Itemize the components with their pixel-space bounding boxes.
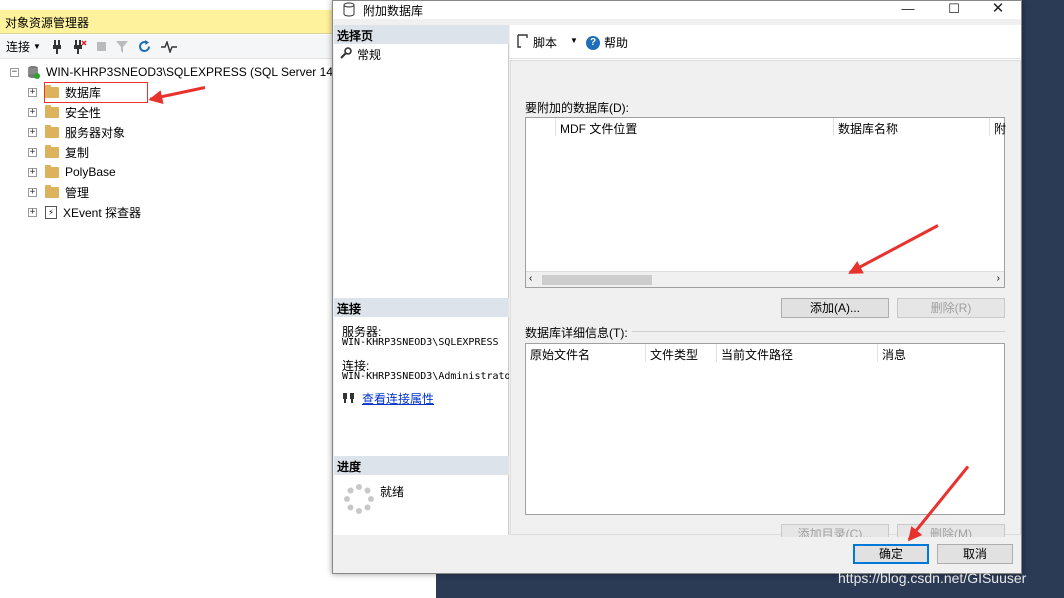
database-details-label: 数据库详细信息(T):	[525, 324, 632, 341]
progress-status: 就绪	[380, 485, 405, 499]
view-connection-properties-link[interactable]: 查看连接属性	[342, 390, 434, 407]
horizontal-scrollbar[interactable]: ‹ ›	[526, 271, 1004, 287]
maximize-button[interactable]: ☐	[931, 1, 977, 19]
view-connection-properties-text: 查看连接属性	[362, 392, 435, 406]
column-file-type[interactable]: 文件类型	[646, 344, 717, 362]
dialog-footer: 确定 取消	[333, 537, 1021, 573]
expand-icon[interactable]: +	[28, 187, 37, 197]
annotation-highlight-box	[44, 82, 148, 103]
script-icon	[516, 34, 529, 51]
connect-plug-icon[interactable]	[51, 39, 63, 54]
page-item-label: 常规	[357, 48, 382, 62]
dialog-titlebar: 附加数据库 — ☐ ✕	[333, 1, 1021, 19]
folder-icon	[45, 184, 59, 198]
column-mdf-location[interactable]: MDF 文件位置	[556, 118, 834, 136]
connection-header: 连接	[334, 298, 509, 317]
collapse-icon[interactable]: −	[10, 67, 19, 77]
tree-node-polybase[interactable]: + PolyBase	[28, 162, 116, 182]
expand-icon[interactable]: +	[28, 147, 37, 157]
connection-value: WIN-KHRP3SNEOD3\Administrato	[342, 371, 509, 382]
dialog-left-pane: 选择页 常规 连接 服务器: WIN-KHRP3SNEOD3\SQLEXPRES…	[334, 25, 509, 535]
progress-header: 进度	[334, 456, 509, 475]
database-server-icon	[27, 65, 40, 79]
server-value: WIN-KHRP3SNEOD3\SQLEXPRESS	[342, 337, 499, 348]
column-message[interactable]: 消息	[878, 344, 1006, 362]
tree-node-security[interactable]: + 安全性	[28, 102, 101, 122]
ok-button[interactable]: 确定	[853, 544, 929, 564]
disconnect-icon[interactable]	[73, 39, 87, 54]
tree-server-node[interactable]: − WIN-KHRP3SNEOD3\SQLEXPRESS (SQL Server…	[10, 62, 333, 82]
script-dropdown-icon[interactable]: ▼	[570, 36, 578, 45]
connect-label: 连接	[6, 40, 31, 54]
script-label: 脚本	[533, 36, 558, 50]
help-button[interactable]: ? 帮助	[586, 34, 628, 51]
attach-databases-grid[interactable]: MDF 文件位置 数据库名称 附 ‹ ›	[525, 117, 1006, 288]
select-page-header: 选择页	[334, 25, 509, 44]
column-attach-as[interactable]: 附	[990, 118, 1006, 136]
scroll-right-icon[interactable]: ›	[997, 273, 1000, 284]
dialog-title: 附加数据库	[363, 4, 424, 18]
attach-databases-label: 要附加的数据库(D):	[525, 101, 629, 115]
expand-icon[interactable]: +	[28, 87, 37, 97]
folder-icon	[45, 104, 59, 118]
attach-database-dialog: 附加数据库 — ☐ ✕ 选择页 常规 连接 服务器: WIN-KHRP3SNEO…	[332, 0, 1022, 574]
help-label: 帮助	[604, 36, 629, 50]
scroll-left-icon[interactable]: ‹	[529, 273, 532, 284]
chevron-down-icon: ▼	[33, 42, 41, 51]
expand-icon[interactable]: +	[28, 167, 37, 177]
script-button[interactable]: 脚本	[516, 34, 557, 51]
database-icon	[343, 2, 355, 20]
xevent-profiler-icon: ⚡	[45, 205, 57, 219]
wrench-icon	[340, 47, 352, 62]
node-label: 复制	[65, 145, 90, 160]
progress-spinner-icon	[344, 484, 374, 517]
activity-monitor-icon[interactable]	[160, 40, 177, 53]
dialog-right-pane: 脚本 ▼ ? 帮助 要附加的数据库(D): MDF 文件位置 数据库名称 附 ‹…	[510, 25, 1021, 544]
page-item-general[interactable]: 常规	[340, 46, 381, 63]
column-original-file-name[interactable]: 原始文件名	[526, 344, 646, 362]
node-label: 服务器对象	[65, 125, 126, 140]
folder-icon	[45, 124, 59, 138]
help-icon: ?	[586, 35, 600, 50]
remove-database-button[interactable]: 删除(R)	[897, 298, 1005, 318]
expand-icon[interactable]: +	[28, 107, 37, 117]
cancel-button[interactable]: 取消	[937, 544, 1013, 564]
dialog-toolbar: 脚本 ▼ ? 帮助	[510, 25, 1021, 59]
server-node-label: WIN-KHRP3SNEOD3\SQLEXPRESS (SQL Server 1…	[46, 65, 333, 79]
folder-icon	[45, 164, 59, 178]
tree-node-xevent-profiler[interactable]: + ⚡ XEvent 探查器	[28, 202, 141, 222]
minimize-button[interactable]: —	[885, 1, 931, 19]
watermark-text: https://blog.csdn.net/GISuuser	[838, 570, 1027, 586]
column-current-file-path[interactable]: 当前文件路径	[717, 344, 878, 362]
scrollbar-thumb[interactable]	[542, 275, 652, 285]
tree-node-server-objects[interactable]: + 服务器对象	[28, 122, 125, 142]
node-label: 管理	[65, 185, 90, 200]
expand-icon[interactable]: +	[28, 127, 37, 137]
node-label: XEvent 探查器	[63, 205, 142, 220]
tree-node-replication[interactable]: + 复制	[28, 142, 89, 162]
grid-row-header	[526, 118, 556, 136]
refresh-icon[interactable]	[138, 40, 151, 53]
database-details-grid[interactable]: 原始文件名 文件类型 当前文件路径 消息	[525, 343, 1005, 515]
node-label: PolyBase	[65, 165, 116, 179]
plug-icon	[342, 391, 356, 406]
close-button[interactable]: ✕	[975, 1, 1021, 19]
folder-icon	[45, 144, 59, 158]
expand-icon[interactable]: +	[28, 207, 37, 217]
column-database-name[interactable]: 数据库名称	[834, 118, 990, 136]
general-page-body: 要附加的数据库(D): MDF 文件位置 数据库名称 附 ‹ › 添加(A)..…	[510, 60, 1021, 544]
section-divider	[631, 331, 1005, 332]
tree-node-management[interactable]: + 管理	[28, 182, 89, 202]
stop-icon[interactable]	[96, 42, 106, 51]
filter-icon[interactable]	[115, 40, 128, 53]
add-database-button[interactable]: 添加(A)...	[781, 298, 889, 318]
node-label: 安全性	[65, 105, 102, 120]
connect-dropdown-button[interactable]: 连接 ▼	[6, 38, 41, 55]
